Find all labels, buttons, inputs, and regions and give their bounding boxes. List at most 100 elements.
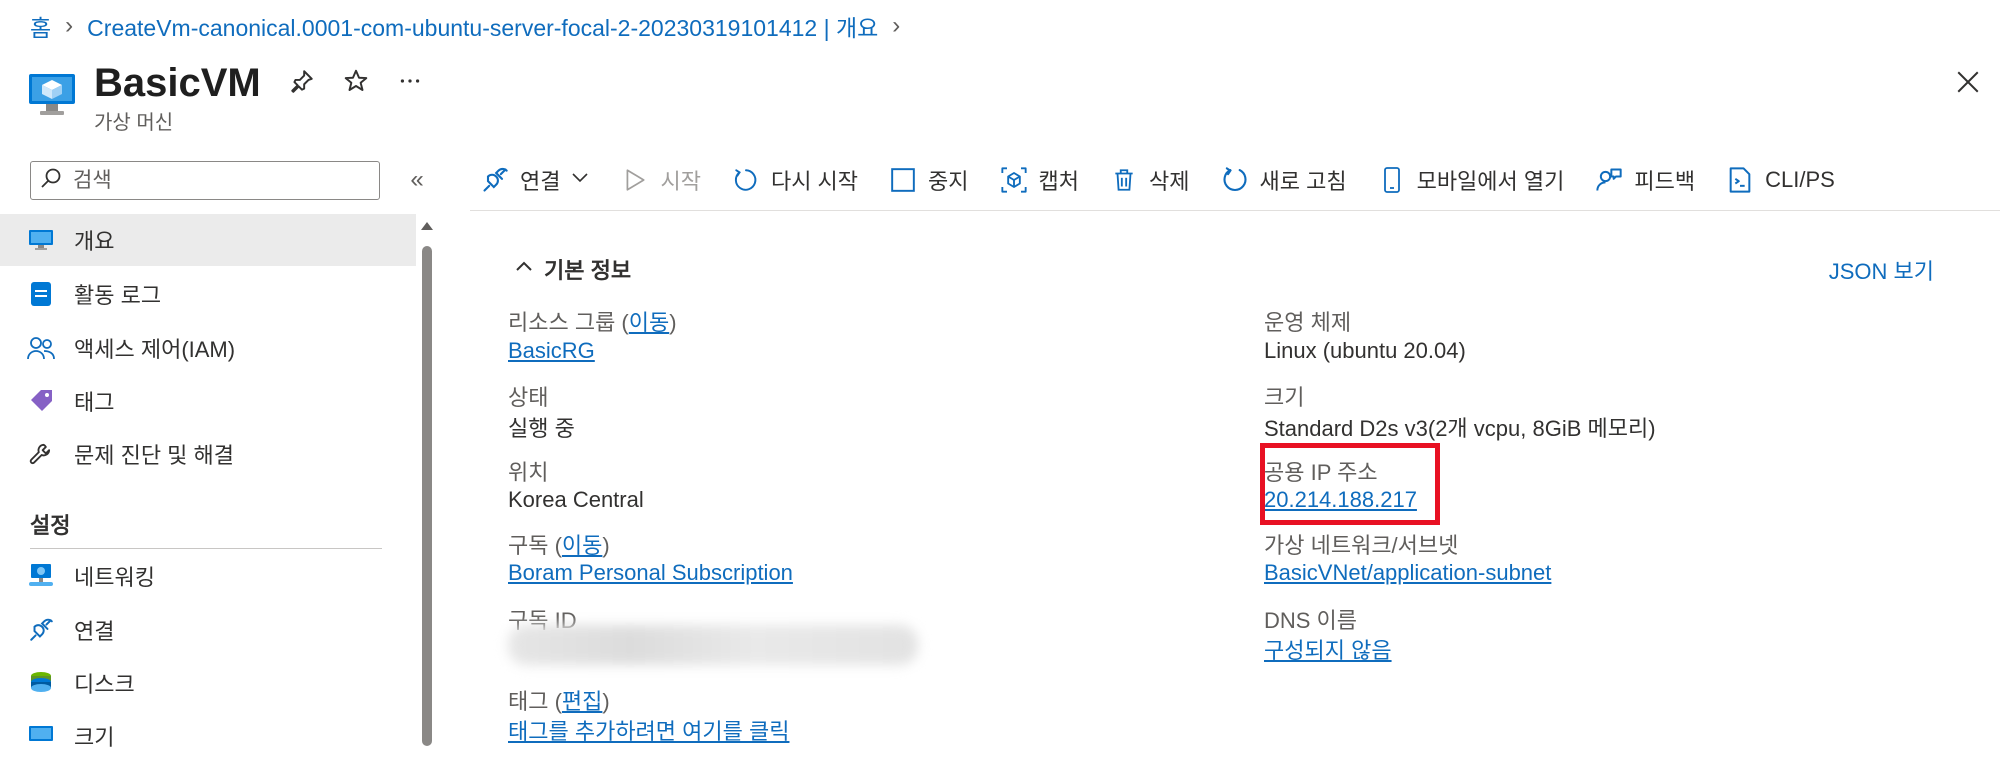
json-view-link[interactable]: JSON 보기 [1829,254,1934,286]
dns-name-label: DNS 이름 [1264,608,1358,633]
sidebar-item-networking[interactable]: 네트워킹 [0,550,416,602]
network-icon [26,561,56,591]
open-in-mobile-label: 모바일에서 열기 [1416,169,1565,194]
open-in-mobile-button[interactable]: 모바일에서 열기 [1377,164,1565,196]
os-label: 운영 체제 [1264,310,1352,335]
scrollbar-thumb[interactable] [422,246,432,746]
sidebar-item-label: 개요 [74,229,115,254]
feedback-person-icon [1594,165,1624,195]
sidebar-item-label: 문제 진단 및 해결 [74,443,235,468]
dns-not-configured-link[interactable]: 구성되지 않음 [1264,633,1392,665]
pin-button[interactable] [284,66,320,102]
chevron-right-icon: › [65,12,74,39]
chevron-up-icon [514,256,534,282]
section-divider [30,548,382,549]
tags-label: 태그 (편집) [508,684,610,716]
refresh-button[interactable]: 새로 고침 [1220,164,1347,196]
search-icon [39,166,63,195]
sidebar-item-iam[interactable]: 액세스 제어(IAM) [0,322,416,374]
sidebar-item-label: 활동 로그 [74,283,162,308]
vm-monitor-icon [26,225,56,255]
status-value: 실행 중 [508,416,575,441]
virtual-machine-icon [28,72,76,116]
people-icon [26,333,56,363]
close-icon [1955,69,1981,100]
restart-button[interactable]: 다시 시작 [731,164,858,196]
chevron-down-icon [570,167,590,193]
breadcrumb-deployment[interactable]: CreateVm-canonical.0001-com-ubuntu-serve… [87,9,878,43]
breadcrumb-home[interactable]: 홈 [30,9,51,43]
capture-cube-icon [999,165,1029,195]
close-button[interactable] [1948,64,1988,104]
sidebar-item-connect[interactable]: 연결 [0,604,416,656]
search-input[interactable] [71,167,365,194]
cli-ps-label: CLI/PS [1765,167,1835,192]
tags-label-text: 태그 ( [508,689,562,714]
chevron-right-icon: › [892,12,901,39]
refresh-label: 새로 고침 [1259,169,1347,194]
command-bar: 연결 시작 다시 시작 중지 캡처 삭제 새로 고침 모바일에서 열기 피드백 … [480,160,1865,200]
size-icon [26,721,56,751]
stop-square-icon [888,165,918,195]
mobile-phone-icon [1377,165,1407,195]
size-label: 크기 [1264,385,1305,410]
tags-edit-link[interactable]: 편집 [562,689,602,714]
sidebar-item-tags[interactable]: 태그 [0,375,416,427]
sidebar-item-disks[interactable]: 디스크 [0,657,416,709]
subscription-link[interactable]: Boram Personal Subscription [508,560,793,586]
breadcrumb: 홈 › CreateVm-canonical.0001-com-ubuntu-s… [30,10,900,42]
restart-icon [731,165,761,195]
resource-group-label: 리소스 그룹 (이동) [508,305,677,337]
location-value: Korea Central [508,487,644,512]
essentials-toggle[interactable]: 기본 정보 [514,253,631,285]
connect-plug-icon [480,165,510,195]
vnet-subnet-link[interactable]: BasicVNet/application-subnet [1264,560,1551,586]
connect-plug-icon [26,615,56,645]
resource-group-link[interactable]: BasicRG [508,338,595,364]
stop-label: 중지 [928,169,969,194]
trash-icon [1109,165,1139,195]
sidebar-item-activity-log[interactable]: 활동 로그 [0,268,416,320]
annotation-highlight-box [1260,443,1440,525]
resource-group-label-text: 리소스 그룹 ( [508,310,629,335]
sidebar-scrollbar[interactable] [421,220,433,746]
paren-close: ) [669,310,677,335]
more-options-button[interactable] [392,66,428,102]
size-value: Standard D2s v3(2개 vcpu, 8GiB 메모리) [1264,416,1656,441]
collapse-sidebar-button[interactable]: « [402,162,432,198]
favorite-button[interactable] [338,66,374,102]
page-title: BasicVM [94,61,261,105]
toolbar-divider [470,210,2000,211]
sidebar-item-label: 크기 [74,725,115,750]
delete-button[interactable]: 삭제 [1109,164,1190,196]
scroll-up-arrow-icon[interactable] [421,222,433,230]
subscription-move-link[interactable]: 이동 [562,533,602,558]
start-button[interactable]: 시작 [620,164,701,196]
resource-group-move-link[interactable]: 이동 [629,310,669,335]
pin-icon [289,68,315,101]
settings-section-header: 설정 [30,513,71,538]
wrench-icon [26,439,56,469]
sidebar-item-label: 디스크 [74,672,135,697]
double-chevron-left-icon: « [410,166,424,193]
paren-close: ) [602,689,610,714]
capture-button[interactable]: 캡처 [999,164,1079,196]
vnet-label: 가상 네트워크/서브넷 [1264,533,1459,558]
connect-label: 연결 [520,169,561,194]
sidebar-item-diagnose[interactable]: 문제 진단 및 해결 [0,428,416,480]
stop-button[interactable]: 중지 [888,164,969,196]
sidebar-item-label: 연결 [74,619,115,644]
capture-label: 캡처 [1038,169,1080,194]
connect-button[interactable]: 연결 [480,164,590,196]
sidebar-item-size[interactable]: 크기 [0,710,416,762]
feedback-button[interactable]: 피드백 [1594,164,1695,196]
feedback-label: 피드백 [1634,169,1696,194]
subscription-id-blurred-value [508,625,918,665]
cli-ps-button[interactable]: CLI/PS [1725,165,1835,195]
sidebar-item-overview[interactable]: 개요 [0,214,416,266]
refresh-icon [1220,165,1250,195]
restart-label: 다시 시작 [770,169,859,194]
add-tags-link[interactable]: 태그를 추가하려면 여기를 클릭 [508,714,789,746]
cli-document-icon [1725,165,1755,195]
play-icon [620,165,650,195]
